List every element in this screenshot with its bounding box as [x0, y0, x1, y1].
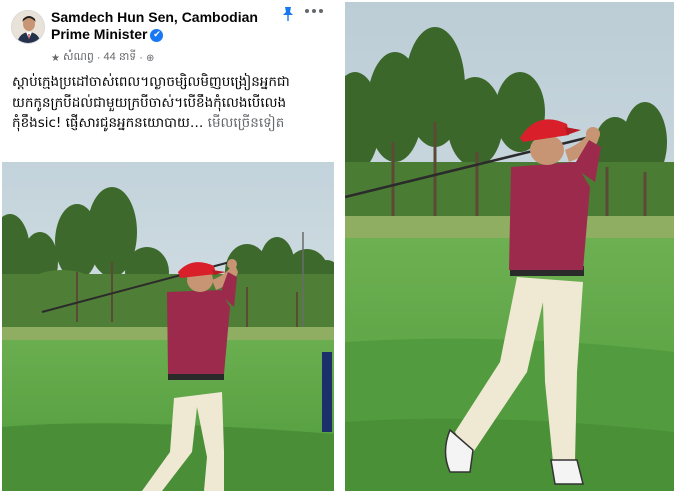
meta-label: សំណព្វ [62, 51, 94, 63]
facebook-post-panel: Samdech Hun Sen, Cambodian Prime Ministe… [2, 2, 334, 491]
golf-photo-closeup[interactable] [345, 2, 674, 491]
pin-icon[interactable] [281, 6, 295, 22]
author-avatar[interactable] [11, 10, 45, 44]
more-options-icon[interactable] [304, 8, 324, 14]
verified-badge-icon: ✔ [150, 28, 164, 42]
avatar-portrait [12, 11, 44, 43]
post-text: ស្តាប់ក្មេងប្រដៅចាស់ពេល។ល្ងាចម្សិលមិញបង្… [12, 72, 328, 134]
meta-separator: · [96, 52, 101, 64]
golf-swing-photo-right [345, 2, 674, 491]
golf-swing-photo-left [2, 162, 334, 491]
post-meta: ★ សំណព្វ · 44 នាទី · ⊕ [51, 50, 154, 66]
author-name[interactable]: Samdech Hun Sen, Cambodian Prime Ministe… [51, 9, 266, 43]
post-header: Samdech Hun Sen, Cambodian Prime Ministe… [2, 2, 334, 72]
post-time[interactable]: 44 នាទី [104, 50, 137, 66]
meta-separator-2: · [139, 52, 143, 64]
see-more-link[interactable]: មើលច្រើនទៀត [208, 115, 285, 131]
star-icon: ★ [51, 52, 60, 64]
golf-photo-panel [345, 2, 674, 491]
globe-icon: ⊕ [145, 52, 155, 64]
post-photo[interactable] [2, 162, 334, 491]
